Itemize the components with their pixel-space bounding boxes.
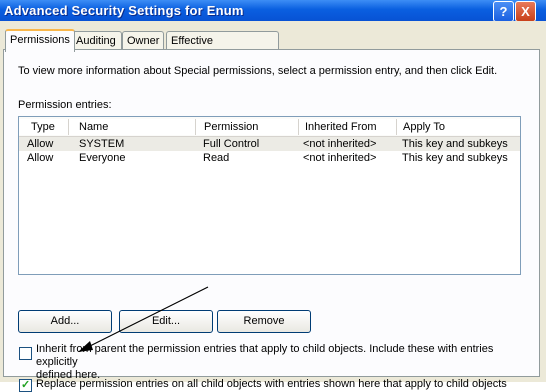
tab-auditing[interactable]: Auditing — [71, 31, 122, 50]
permission-entries-label: Permission entries: — [18, 99, 112, 111]
column-header-name[interactable]: Name — [69, 119, 196, 135]
column-header-apply-to[interactable]: Apply To — [397, 119, 520, 135]
tab-owner[interactable]: Owner — [122, 31, 164, 50]
window-title: Advanced Security Settings for Enum — [4, 3, 244, 18]
dialog-client-area: Permissions Auditing Owner Effective Per… — [0, 21, 546, 392]
title-bar: Advanced Security Settings for Enum ? X — [0, 0, 546, 22]
replace-label: Replace permission entries on all child … — [36, 378, 507, 390]
close-button[interactable]: X — [515, 1, 536, 22]
cell-name: Everyone — [79, 152, 126, 164]
add-button[interactable]: Add... — [18, 310, 112, 333]
help-button[interactable]: ? — [493, 1, 514, 22]
edit-button[interactable]: Edit... — [119, 310, 213, 333]
info-text: To view more information about Special p… — [18, 65, 498, 77]
tab-permissions[interactable]: Permissions — [5, 29, 75, 52]
permission-entries-list[interactable]: Type Name Permission Inherited From Appl… — [18, 116, 521, 275]
tab-effective-permissions[interactable]: Effective Permissions — [166, 31, 279, 65]
cell-permission: Read — [203, 152, 230, 164]
column-header-type[interactable]: Type — [19, 119, 69, 135]
replace-checkbox[interactable]: ✓ — [19, 379, 32, 392]
list-header: Type Name Permission Inherited From Appl… — [19, 117, 520, 137]
checkmark-icon: ✓ — [21, 379, 31, 391]
cell-type: Allow — [27, 138, 54, 150]
cell-inherited-from: <not inherited> — [303, 152, 377, 164]
remove-button[interactable]: Remove — [217, 310, 311, 333]
cell-inherited-from: <not inherited> — [303, 138, 377, 150]
cell-name: SYSTEM — [79, 138, 125, 150]
column-header-inherited-from[interactable]: Inherited From — [299, 119, 397, 135]
permissions-panel: To view more information about Special p… — [3, 49, 540, 392]
cell-apply-to: This key and subkeys — [402, 138, 508, 150]
cell-permission: Full Control — [203, 138, 260, 150]
table-row[interactable]: Allow SYSTEM Full Control <not inherited… — [19, 137, 520, 151]
column-header-permission[interactable]: Permission — [196, 119, 299, 135]
cell-apply-to: This key and subkeys — [402, 152, 508, 164]
inherit-checkbox[interactable] — [19, 347, 32, 360]
inherit-label: Inherit from parent the permission entri… — [36, 343, 534, 382]
inherit-label-line1: Inherit from parent the permission entri… — [36, 343, 494, 368]
cell-type: Allow — [27, 152, 54, 164]
table-row[interactable]: Allow Everyone Read <not inherited> This… — [19, 151, 520, 165]
